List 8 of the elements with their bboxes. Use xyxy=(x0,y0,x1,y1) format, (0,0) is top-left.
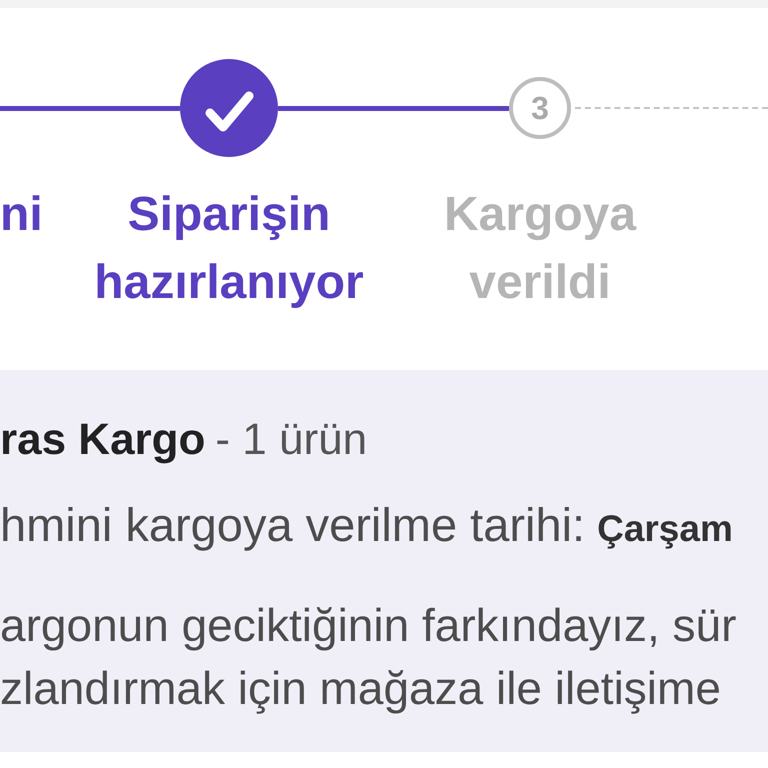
estimated-date-label: hmini kargoya verilme tarihi: xyxy=(0,497,586,553)
estimated-date: Çarşam xyxy=(597,507,733,551)
step-label: Kargoya verildi xyxy=(444,187,636,311)
delay-notice: argonun geciktiğinin farkındayız, sür zlandırmak için mağaza ile iletişime xyxy=(0,598,736,716)
step-label: ni xyxy=(0,187,43,243)
carrier-name: ras Kargo xyxy=(0,414,206,466)
step-label: Siparişin hazırlanıyor xyxy=(94,187,364,311)
item-count: - 1 ürün xyxy=(215,414,368,466)
